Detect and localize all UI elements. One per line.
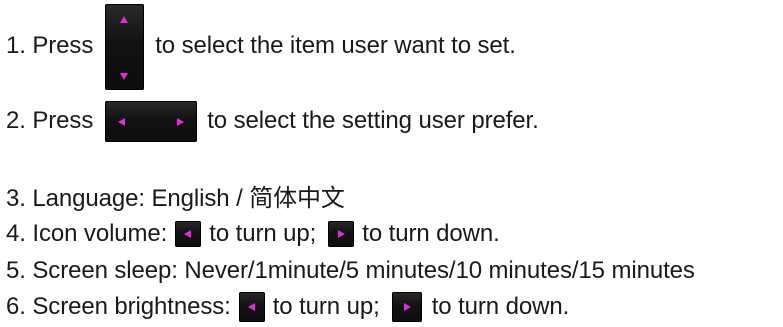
instruction-line-6: 6. Screen brightness: to turn up; to tur… xyxy=(6,287,569,327)
brightness-right-button[interactable] xyxy=(391,292,422,322)
up-down-arrow-button[interactable] xyxy=(105,4,145,90)
left-arrow-icon xyxy=(184,230,192,238)
right-arrow-icon xyxy=(177,117,185,126)
instruction-line-1: 1. Press to select the item user want to… xyxy=(6,4,516,90)
line6-prefix: 6. Screen brightness: xyxy=(6,293,231,320)
screen-sleep-text: 5. Screen sleep: Never/1minute/5 minutes… xyxy=(6,257,695,284)
left-arrow-icon xyxy=(118,117,126,126)
line6-middle: to turn up; xyxy=(272,293,380,320)
volume-right-button[interactable] xyxy=(328,221,355,247)
right-arrow-icon xyxy=(403,303,411,311)
instruction-line-2: 2. Press to select the setting user pref… xyxy=(6,100,539,142)
line2-prefix: 2. Press xyxy=(6,107,94,134)
line4-prefix: 4. Icon volume: xyxy=(6,220,168,247)
up-arrow-icon xyxy=(120,16,129,23)
line4-middle: to turn up; xyxy=(209,220,317,247)
line1-prefix: 1. Press xyxy=(6,32,94,59)
brightness-left-button[interactable] xyxy=(238,292,265,322)
line1-suffix: to select the item user want to set. xyxy=(155,32,516,59)
left-arrow-icon xyxy=(247,303,255,311)
instruction-line-5: 5. Screen sleep: Never/1minute/5 minutes… xyxy=(6,251,695,291)
language-text: 3. Language: English / 简体中文 xyxy=(6,184,345,212)
right-arrow-icon xyxy=(338,230,346,238)
left-right-arrow-button[interactable] xyxy=(105,100,198,142)
line6-suffix: to turn down. xyxy=(431,293,570,320)
instruction-line-4: 4. Icon volume: to turn up; to turn down… xyxy=(6,214,500,254)
instruction-line-3: 3. Language: English / 简体中文 xyxy=(6,175,345,215)
down-arrow-icon xyxy=(120,73,129,80)
line4-suffix: to turn down. xyxy=(362,220,500,247)
volume-left-button[interactable] xyxy=(175,221,202,247)
line2-suffix: to select the setting user prefer. xyxy=(207,107,539,134)
